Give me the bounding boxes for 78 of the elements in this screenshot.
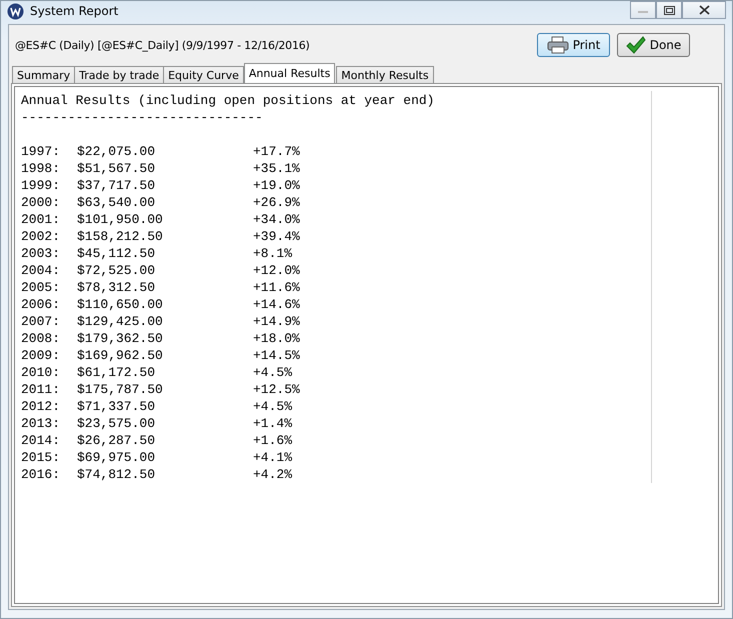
percent-change: +17.7% <box>253 143 301 160</box>
percent-change: +4.1% <box>253 449 294 466</box>
year-label: 2013: <box>21 415 62 432</box>
separator-line: ------------------------------- <box>21 110 263 125</box>
amount-value: $63,540.00 <box>77 194 156 211</box>
amount-value: $129,425.00 <box>77 313 164 330</box>
percent-change: +18.0% <box>253 330 301 347</box>
percent-change: +12.0% <box>253 262 301 279</box>
app-logo-icon <box>7 2 24 20</box>
amount-value: $37,717.50 <box>77 177 156 194</box>
percent-change: +26.9% <box>253 194 301 211</box>
year-label: 1999: <box>21 177 62 194</box>
percent-change: +34.0% <box>253 211 301 228</box>
year-label: 2003: <box>21 245 62 262</box>
amount-value: $22,075.00 <box>77 143 156 160</box>
maximize-icon <box>664 6 674 14</box>
percent-change: +12.5% <box>253 381 301 398</box>
report-title: Annual Results (including open positions at year end) <box>21 93 434 108</box>
tab[interactable]: Annual Results <box>244 63 336 83</box>
year-label: 2004: <box>21 262 62 279</box>
window-title: System Report <box>30 4 118 18</box>
amount-value: $71,337.50 <box>77 398 156 415</box>
amount-value: $61,172.50 <box>77 364 156 381</box>
percent-change: +8.1% <box>253 245 294 262</box>
year-label: 2008: <box>21 330 62 347</box>
amount-value: $51,567.50 <box>77 160 156 177</box>
year-label: 1998: <box>21 160 62 177</box>
amount-value: $23,575.00 <box>77 415 156 432</box>
percent-change: +4.5% <box>253 364 294 381</box>
year-label: 2010: <box>21 364 62 381</box>
percent-change: +19.0% <box>253 177 301 194</box>
maximize-button[interactable] <box>656 1 682 19</box>
percent-change: +1.4% <box>253 415 294 432</box>
percent-change: +14.9% <box>253 313 301 330</box>
close-button[interactable] <box>682 1 726 19</box>
amount-value: $158,212.50 <box>77 228 164 245</box>
amount-value: $175,787.50 <box>77 381 164 398</box>
year-label: 2012: <box>21 398 62 415</box>
check-icon <box>626 36 646 54</box>
year-label: 2000: <box>21 194 62 211</box>
year-label: 2015: <box>21 449 62 466</box>
amount-value: $101,950.00 <box>77 211 164 228</box>
year-label: 2009: <box>21 347 62 364</box>
percent-change: +1.6% <box>253 432 294 449</box>
year-label: 2011: <box>21 381 62 398</box>
amount-value: $26,287.50 <box>77 432 156 449</box>
percent-change: +39.4% <box>253 228 301 245</box>
print-button[interactable]: Print <box>537 33 610 57</box>
year-label: 2001: <box>21 211 62 228</box>
amount-value: $72,525.00 <box>77 262 156 279</box>
percent-change: +14.6% <box>253 296 301 313</box>
amount-value: $45,112.50 <box>77 245 156 262</box>
percent-change: +4.2% <box>253 466 294 483</box>
amount-value: $69,975.00 <box>77 449 156 466</box>
year-label: 2002: <box>21 228 62 245</box>
amount-value: $169,962.50 <box>77 347 164 364</box>
year-label: 2006: <box>21 296 62 313</box>
percent-change: +11.6% <box>253 279 301 296</box>
tab[interactable]: Equity Curve <box>163 66 244 83</box>
percent-change: +35.1% <box>253 160 301 177</box>
tab[interactable]: Trade by trade <box>74 66 164 83</box>
percent-change: +14.5% <box>253 347 301 364</box>
amount-value: $179,362.50 <box>77 330 164 347</box>
year-label: 2005: <box>21 279 62 296</box>
done-button[interactable]: Done <box>617 33 690 57</box>
close-icon <box>698 5 710 15</box>
symbol-label: @ES#C (Daily) [@ES#C_Daily] (9/9/1997 - 12/16/2016) <box>15 38 310 52</box>
tab[interactable]: Summary <box>12 66 76 83</box>
amount-value: $74,812.50 <box>77 466 156 483</box>
year-label: 2007: <box>21 313 62 330</box>
year-label: 1997: <box>21 143 62 160</box>
year-label: 2016: <box>21 466 62 483</box>
amount-value: $78,312.50 <box>77 279 156 296</box>
year-label: 2014: <box>21 432 62 449</box>
amount-value: $110,650.00 <box>77 296 164 313</box>
percent-change: +4.5% <box>253 398 294 415</box>
printer-icon <box>546 36 569 54</box>
tab[interactable]: Monthly Results <box>336 66 434 83</box>
